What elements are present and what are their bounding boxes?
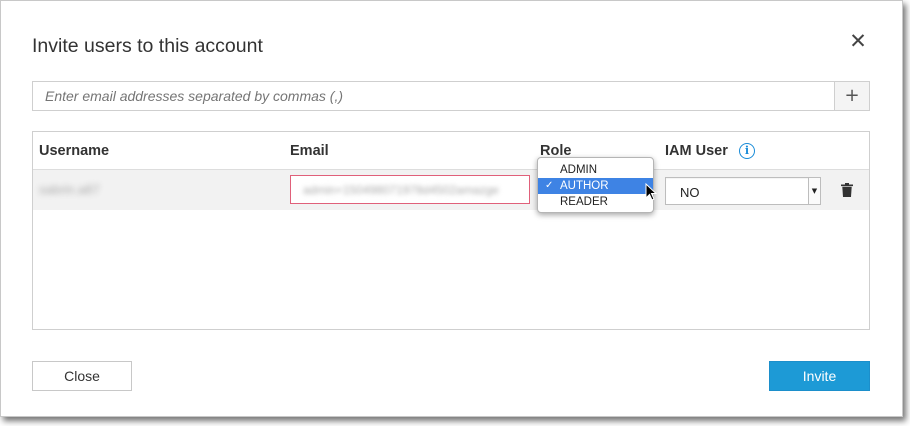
iam-user-select[interactable]: NO ▼ [665, 177, 821, 205]
mouse-pointer-icon [645, 182, 658, 206]
close-icon[interactable]: ✕ [847, 31, 869, 53]
iam-user-value: NO [680, 185, 700, 200]
column-header-username: Username [39, 143, 110, 159]
invite-users-dialog: Invite users to this account ✕ + Usernam… [0, 0, 903, 417]
add-email-button[interactable]: + [834, 82, 869, 110]
username-cell: sabrin.a87 [39, 182, 100, 197]
checkmark-icon: ✓ [545, 180, 554, 191]
info-icon[interactable]: i [739, 143, 755, 159]
role-dropdown-menu: ADMIN ✓ AUTHOR READER [537, 157, 654, 213]
email-addresses-input[interactable] [33, 82, 834, 110]
column-header-email: Email [290, 143, 329, 159]
dialog-title: Invite users to this account [32, 35, 263, 57]
dropdown-arrow-icon: ▼ [808, 178, 820, 204]
role-option-author[interactable]: ✓ AUTHOR [538, 178, 653, 194]
column-header-iam-user: IAM User [665, 143, 728, 159]
table-row: sabrin.a87 admin+150498071978d4502amazge… [33, 170, 869, 210]
email-cell-value: admin+150498071978d4502amazge [303, 183, 499, 197]
role-option-admin[interactable]: ADMIN [538, 162, 653, 178]
email-entry-group: + [32, 81, 870, 111]
email-cell-input[interactable]: admin+150498071978d4502amazge [290, 175, 530, 204]
invite-button[interactable]: Invite [769, 361, 870, 391]
role-option-reader[interactable]: READER [538, 194, 653, 210]
table-header: Username Email Role IAM User i [33, 132, 869, 170]
users-table: Username Email Role IAM User i sabrin.a8… [32, 131, 870, 330]
trash-icon[interactable] [841, 183, 853, 202]
close-button[interactable]: Close [32, 361, 132, 391]
